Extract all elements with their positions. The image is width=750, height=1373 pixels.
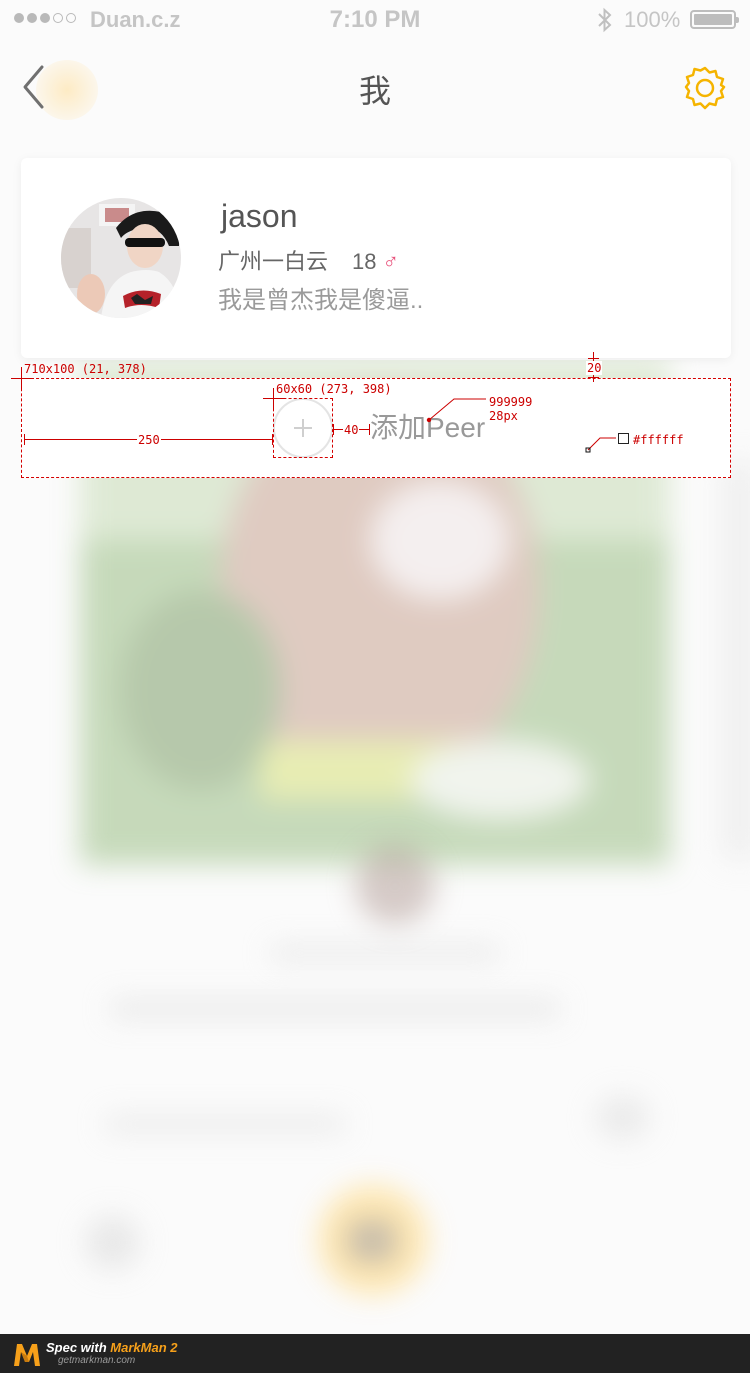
add-plus-icon[interactable] [273, 398, 333, 458]
blurred-tab-icon [85, 1215, 140, 1270]
blurred-button [595, 1095, 650, 1140]
markman-footer: Spec with MarkMan 2 getmarkman.com [0, 1334, 750, 1373]
bluetooth-icon [598, 7, 612, 33]
spec-bg-color: #ffffff [633, 433, 684, 447]
spec-color-swatch [618, 433, 629, 444]
battery-percentage: 100% [624, 7, 681, 32]
blurred-center-button-icon [348, 1220, 396, 1262]
profile-age: 18 [352, 249, 377, 274]
blurred-background [0, 360, 750, 1335]
blurred-avatar [355, 845, 435, 925]
avatar [61, 198, 181, 318]
blurred-text-line [270, 945, 500, 961]
blurred-right-edge [720, 460, 750, 860]
spec-text-color: 999999 [489, 395, 533, 409]
profile-card[interactable]: jason 广州一白云 18 ♂ 我是曾杰我是傻逼.. [21, 158, 731, 358]
status-bar: Duan.c.z 7:10 PM 100% [0, 0, 750, 40]
markman-credit: Spec with MarkMan 2 [46, 1340, 178, 1355]
markman-brand: MarkMan 2 [110, 1340, 178, 1355]
markman-spec-text: Spec with [46, 1340, 111, 1355]
profile-meta: 广州一白云 18 ♂ [218, 244, 399, 276]
spec-row-dimensions: 710x100 (21, 378) [24, 362, 147, 376]
battery-icon [690, 10, 739, 29]
spec-text-size: 28px [489, 409, 518, 423]
profile-location: 广州一白云 [218, 249, 329, 274]
spec-icon-gap: 40 [343, 423, 360, 437]
markman-logo-icon [14, 1344, 40, 1366]
settings-gear-icon[interactable] [682, 64, 728, 110]
spec-top-gap: 20 [586, 361, 603, 375]
markman-site: getmarkman.com [58, 1355, 136, 1366]
spec-bg-pointer [585, 437, 616, 453]
spec-icon-dimensions: 60x60 (273, 398) [276, 382, 392, 396]
profile-bio: 我是曾杰我是傻逼.. [218, 287, 424, 314]
profile-username: jason [221, 198, 298, 234]
page-title: 我 [358, 73, 391, 109]
spec-left-gap: 250 [137, 433, 161, 447]
blurred-text-line [105, 1115, 345, 1133]
blurred-text-line [110, 1000, 560, 1018]
male-gender-icon: ♂ [382, 249, 400, 274]
spec-text-pointer [426, 398, 486, 423]
